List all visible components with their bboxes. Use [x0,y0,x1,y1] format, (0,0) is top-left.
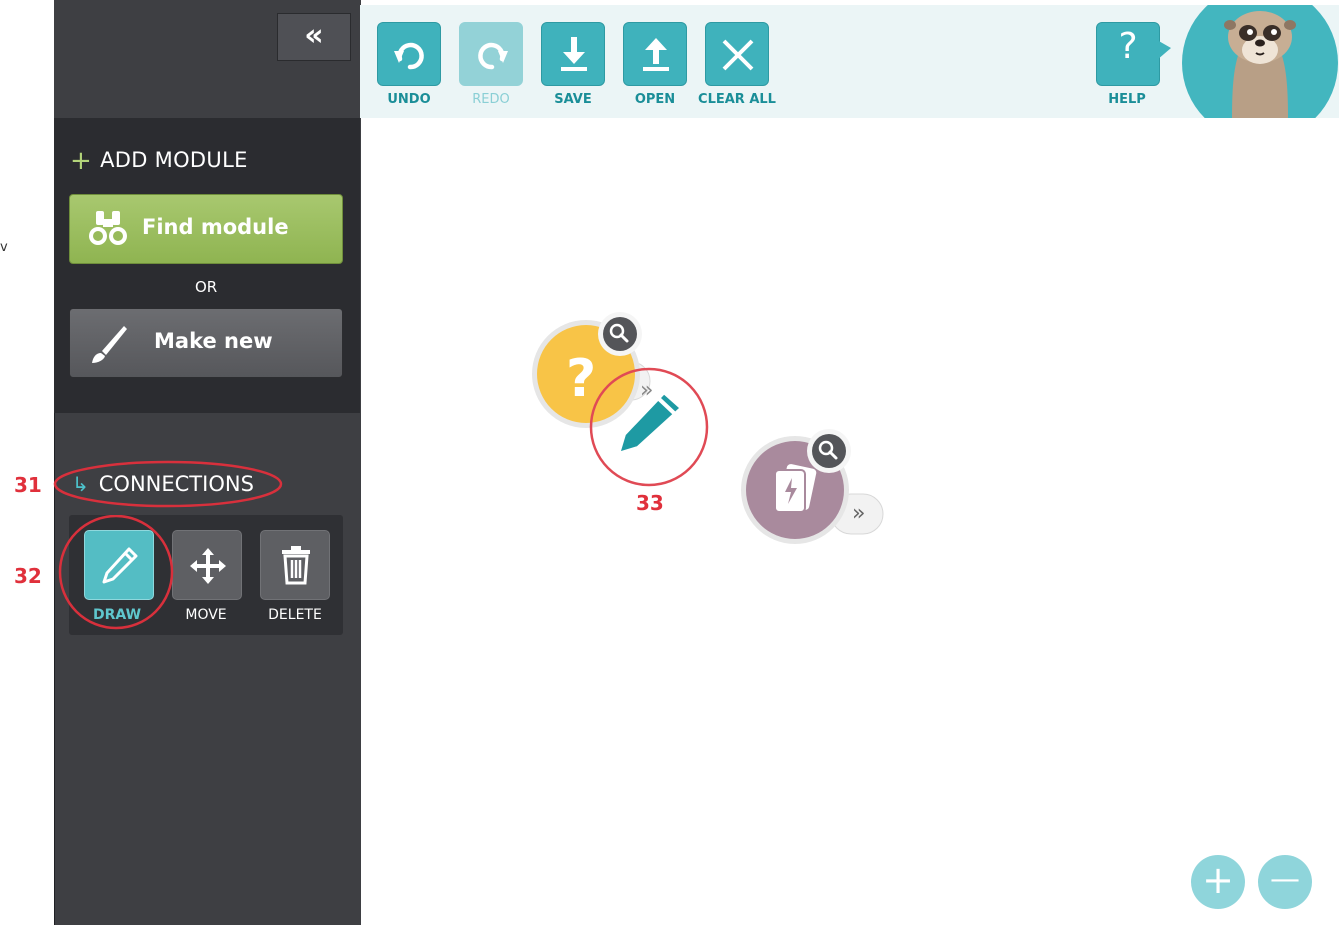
meerkat-mascot[interactable] [1182,5,1339,118]
undo-button[interactable] [377,22,441,86]
clear-all-label: CLEAR ALL [698,92,776,107]
plus-icon: + [70,146,93,176]
delete-tool-label: DELETE [268,607,322,623]
add-module-title: ADD MODULE [100,148,248,172]
make-new-label: Make new [154,329,273,353]
zoom-in-button[interactable]: + [1191,855,1245,909]
annotation-label-32: 32 [14,564,42,588]
card-expand-icon[interactable]: » [852,501,865,526]
make-new-button[interactable]: Make new [69,308,343,378]
annotation-circle-draw [58,514,178,639]
or-separator: OR [195,278,218,296]
trash-icon [280,545,312,589]
undo-icon [392,37,428,77]
zoom-out-icon: — [1270,862,1300,897]
redo-label: REDO [472,92,510,107]
redo-button[interactable] [459,22,523,86]
download-icon [556,35,592,77]
move-tool-button[interactable] [172,530,242,600]
add-module-heading: + ADD MODULE [70,146,248,176]
move-arrows-icon [188,546,228,590]
card-module-node[interactable] [741,428,891,552]
annotation-label-33: 33 [636,491,664,515]
cut-off-text: v [0,240,8,255]
zoom-in-icon: + [1202,858,1234,902]
move-tool-label: MOVE [185,607,227,623]
binoculars-icon [86,209,130,253]
zoom-out-button[interactable]: — [1258,855,1312,909]
redo-icon [474,37,510,77]
undo-label: UNDO [387,92,431,107]
open-label: OPEN [634,92,676,107]
collapse-sidebar-button[interactable]: « [277,13,351,61]
annotation-circle-pencil [589,367,711,493]
annotation-label-31: 31 [14,473,42,497]
clear-all-button[interactable] [705,22,769,86]
find-module-button[interactable]: Find module [69,194,343,264]
help-question-icon: ? [1118,26,1138,67]
help-label: HELP [1108,92,1146,107]
delete-tool-button[interactable] [260,530,330,600]
upload-icon [638,35,674,77]
close-icon [720,37,756,77]
open-button[interactable] [623,22,687,86]
paintbrush-icon [88,323,128,369]
annotation-ellipse-connections [52,458,284,514]
find-module-label: Find module [142,215,289,239]
save-button[interactable] [541,22,605,86]
save-label: SAVE [554,92,592,107]
